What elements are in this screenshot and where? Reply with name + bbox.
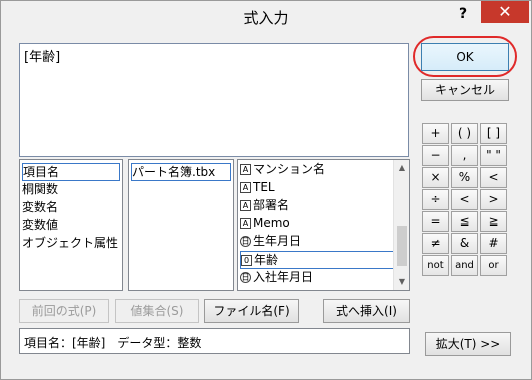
field-item[interactable]: 日入社年月日 — [240, 269, 313, 287]
field-label: 部署名 — [253, 198, 290, 212]
field-list-scrollbar[interactable]: ▲ ▼ — [393, 160, 409, 290]
expression-input-dialog: 式入力 ? ✕ [年齢] OK キャンセル +( )[ ] −, " " ×% < ÷ < >… — [0, 0, 532, 380]
keypad-button[interactable]: > — [480, 189, 507, 210]
keypad-button[interactable]: ÷ — [422, 189, 449, 210]
list-item-variable-value[interactable]: 変数値 — [22, 217, 58, 235]
field-label: Memo — [253, 216, 290, 230]
keypad-button[interactable]: [ ] — [480, 123, 507, 144]
field-label: 入社年月日 — [253, 270, 314, 284]
keypad-button[interactable]: < — [480, 167, 507, 188]
value-set-button[interactable]: 値集合(S) — [115, 299, 199, 323]
scroll-thumb[interactable] — [397, 226, 407, 266]
keypad-button[interactable]: ≦ — [451, 211, 478, 232]
text-type-icon: A — [240, 182, 251, 193]
keypad-button[interactable]: ( ) — [451, 123, 478, 144]
date-type-icon: 日 — [240, 236, 251, 247]
keypad-button[interactable]: # — [480, 233, 507, 254]
text-type-icon: A — [240, 200, 251, 211]
expand-button[interactable]: 拡大(T) >> — [425, 332, 511, 356]
field-item[interactable]: A 部署名 — [240, 197, 289, 215]
integer-type-icon: 0 — [241, 255, 252, 266]
help-button[interactable]: ? — [451, 3, 475, 25]
keypad-button[interactable]: = — [422, 211, 449, 232]
operator-keypad: +( )[ ] −, " " ×% < ÷ < > = ≦ ≧ ≠ & # not and or — [422, 123, 508, 281]
keypad-button[interactable]: not — [422, 255, 449, 276]
keypad-button[interactable]: < — [451, 189, 478, 210]
keypad-button[interactable]: " " — [480, 145, 507, 166]
keypad-button[interactable]: & — [451, 233, 478, 254]
field-item-selected[interactable]: 0 年齢 — [240, 251, 394, 269]
previous-expression-button[interactable]: 前回の式(P) — [19, 299, 109, 323]
field-list[interactable]: A マンション名 A TEL A 部署名 A Memo 日生年月日 0 年齢 日入社年月日… — [237, 159, 410, 291]
expression-value: [年齢] — [24, 50, 61, 65]
scroll-down-arrow-icon[interactable]: ▼ — [394, 274, 409, 290]
text-type-icon: A — [240, 218, 251, 229]
insert-into-expression-button[interactable]: 式へ挿入(I) — [323, 299, 410, 323]
keypad-button[interactable]: ≧ — [480, 211, 507, 232]
field-label: 年齢 — [254, 253, 279, 267]
file-name-button[interactable]: ファイル名(F) — [204, 299, 299, 323]
list-item-file[interactable]: パート名簿.tbx — [131, 163, 231, 181]
field-item[interactable]: A Memo — [240, 215, 290, 233]
field-label: TEL — [253, 180, 275, 194]
status-text: 項目名：[年齢] データ型：整数 — [24, 336, 202, 350]
file-list[interactable]: パート名簿.tbx — [128, 159, 234, 291]
text-type-icon: A — [240, 164, 251, 175]
field-item[interactable]: 日生年月日 — [240, 233, 301, 251]
list-item-field-name[interactable]: 項目名 — [22, 163, 120, 181]
field-label: 生年月日 — [253, 234, 302, 248]
keypad-button[interactable]: + — [422, 123, 449, 144]
keypad-button[interactable]: and — [451, 255, 478, 276]
category-list[interactable]: 項目名 桐関数 変数名 変数値 オブジェクト属性 — [19, 159, 123, 291]
list-item-functions[interactable]: 桐関数 — [22, 181, 58, 199]
field-item[interactable]: A マンション名 — [240, 161, 325, 179]
ok-button[interactable]: OK — [421, 43, 509, 71]
keypad-button[interactable]: ≠ — [422, 233, 449, 254]
scroll-up-arrow-icon[interactable]: ▲ — [394, 160, 409, 176]
keypad-button[interactable]: − — [422, 145, 449, 166]
title-bar: 式入力 ? ✕ — [1, 1, 531, 31]
cancel-button[interactable]: キャンセル — [421, 79, 509, 101]
keypad-button[interactable]: × — [422, 167, 449, 188]
keypad-button[interactable]: % — [451, 167, 478, 188]
keypad-button[interactable]: or — [480, 255, 507, 276]
status-bar: 項目名：[年齢] データ型：整数 — [19, 328, 410, 354]
field-label: マンション名 — [253, 162, 326, 176]
field-item[interactable]: A TEL — [240, 179, 275, 197]
date-type-icon: 日 — [240, 272, 251, 283]
list-item-object-attribute[interactable]: オブジェクト属性 — [22, 235, 118, 253]
list-item-variable-name[interactable]: 変数名 — [22, 199, 58, 217]
keypad-button[interactable]: , — [451, 145, 478, 166]
expression-textarea[interactable]: [年齢] — [19, 43, 409, 157]
close-button[interactable]: ✕ — [481, 1, 529, 23]
